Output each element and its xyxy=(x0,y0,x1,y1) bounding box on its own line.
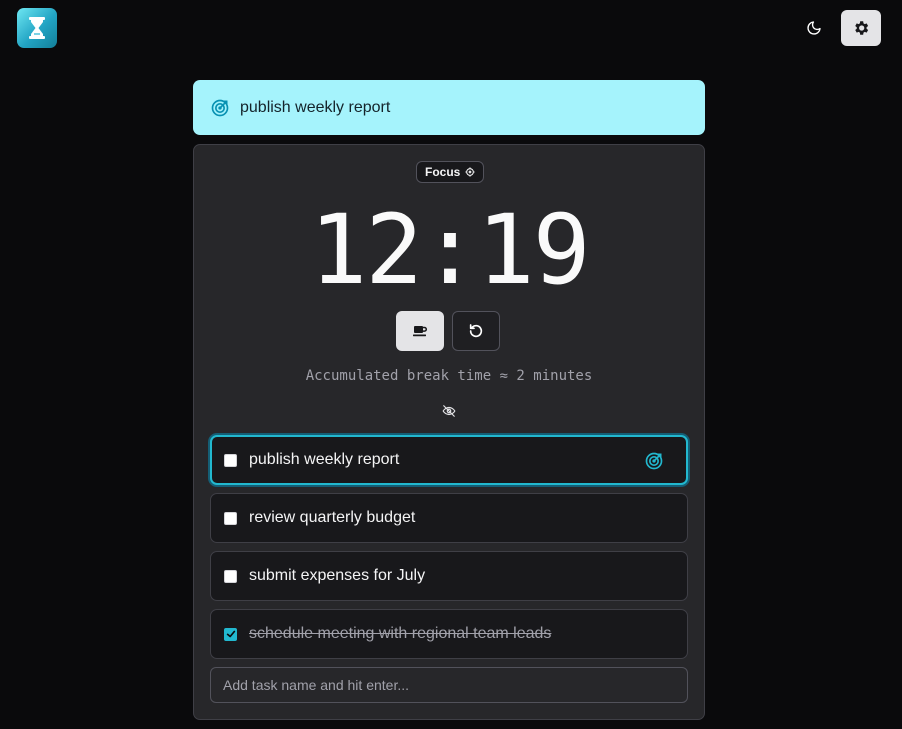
task-item[interactable]: review quarterly budget xyxy=(210,493,688,543)
mode-badge[interactable]: Focus xyxy=(416,161,485,183)
hourglass-icon xyxy=(29,17,45,39)
coffee-icon xyxy=(413,326,428,337)
task-checkbox[interactable] xyxy=(224,453,237,467)
task-item[interactable]: publish weekly report xyxy=(210,435,688,485)
hide-tasks-toggle[interactable] xyxy=(437,401,461,421)
target-icon xyxy=(211,99,229,116)
mode-label: Focus xyxy=(425,165,461,179)
current-task-banner: publish weekly report xyxy=(193,80,705,135)
timer-display: 12:19 xyxy=(309,194,591,306)
eye-off-icon xyxy=(442,405,456,417)
task-item[interactable]: schedule meeting with regional team lead… xyxy=(210,609,688,659)
gear-icon xyxy=(855,21,869,35)
target-small-icon xyxy=(465,167,475,177)
current-task-label: publish weekly report xyxy=(240,98,391,116)
app-logo[interactable] xyxy=(17,8,57,48)
task-item[interactable]: submit expenses for July xyxy=(210,551,688,601)
target-icon[interactable] xyxy=(644,451,664,471)
task-checkbox[interactable] xyxy=(224,511,237,525)
timer-card: Focus 12:19 Accumulated break time ≈ 2 m… xyxy=(193,144,705,720)
task-label: schedule meeting with regional team lead… xyxy=(249,625,552,642)
break-time-info: Accumulated break time ≈ 2 minutes xyxy=(305,368,593,384)
moon-icon xyxy=(807,21,821,35)
add-task-input[interactable] xyxy=(210,667,688,703)
task-label: review quarterly budget xyxy=(249,509,416,526)
task-checkbox[interactable] xyxy=(224,569,237,583)
check-icon xyxy=(226,630,235,638)
reset-button[interactable] xyxy=(452,311,500,351)
task-label: publish weekly report xyxy=(249,451,400,468)
task-label: submit expenses for July xyxy=(249,567,426,584)
settings-button[interactable] xyxy=(841,10,881,46)
reset-icon xyxy=(469,324,483,338)
task-checkbox[interactable] xyxy=(224,627,237,641)
theme-toggle-button[interactable] xyxy=(797,11,831,45)
take-break-button[interactable] xyxy=(396,311,444,351)
